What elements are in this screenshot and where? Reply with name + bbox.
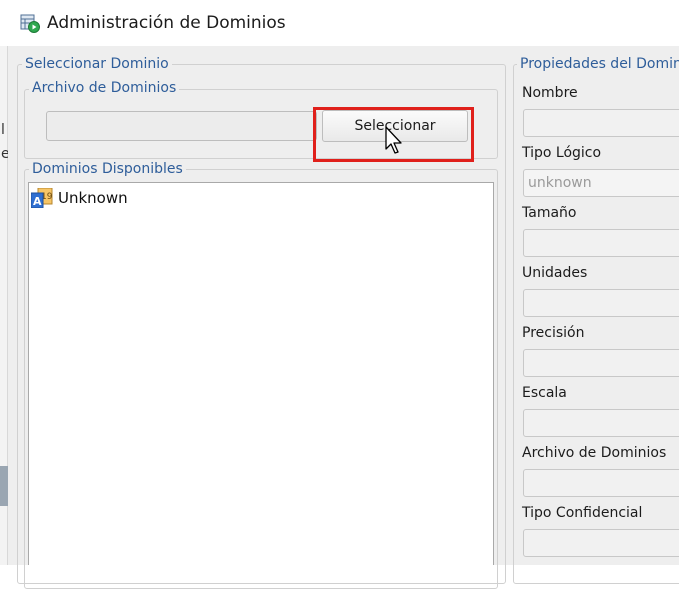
- scale-label: Escala: [522, 385, 567, 401]
- available-domains-list[interactable]: 19 A Unknown: [28, 182, 494, 565]
- domain-file-path-field[interactable]: [46, 111, 317, 141]
- domain-file-prop-field[interactable]: [523, 469, 679, 497]
- precision-field[interactable]: [523, 349, 679, 377]
- svg-text:A: A: [33, 195, 42, 208]
- table-run-icon: [20, 14, 40, 33]
- logical-type-field[interactable]: unknown: [523, 169, 679, 197]
- name-label: Nombre: [522, 85, 578, 101]
- domain-type-icon: 19 A: [31, 188, 53, 208]
- window-title: Administración de Dominios: [47, 13, 286, 33]
- confidential-type-label: Tipo Confidencial: [522, 505, 643, 521]
- list-item-label: Unknown: [58, 189, 128, 207]
- scale-field[interactable]: [523, 409, 679, 437]
- available-domains-legend: Dominios Disponibles: [29, 161, 186, 177]
- name-field[interactable]: [523, 109, 679, 137]
- mouse-pointer-icon: [385, 126, 402, 154]
- units-label: Unidades: [522, 265, 588, 281]
- logical-type-label: Tipo Lógico: [522, 145, 602, 161]
- size-label: Tamaño: [522, 205, 577, 221]
- title-bar: Administración de Dominios: [0, 0, 679, 46]
- confidential-type-field[interactable]: [523, 529, 679, 557]
- units-field[interactable]: [523, 289, 679, 317]
- domain-file-legend: Archivo de Dominios: [29, 80, 180, 96]
- background-glyph: l: [1, 122, 5, 138]
- domain-file-prop-label: Archivo de Dominios: [522, 445, 667, 461]
- domain-properties-legend: Propiedades del Domin: [517, 56, 679, 72]
- precision-label: Precisión: [522, 325, 585, 341]
- size-field[interactable]: [523, 229, 679, 257]
- list-item[interactable]: 19 A Unknown: [31, 187, 128, 209]
- select-domain-legend: Seleccionar Dominio: [22, 56, 172, 72]
- background-window-bar: [0, 466, 8, 506]
- background-window-edge: l e: [0, 46, 10, 565]
